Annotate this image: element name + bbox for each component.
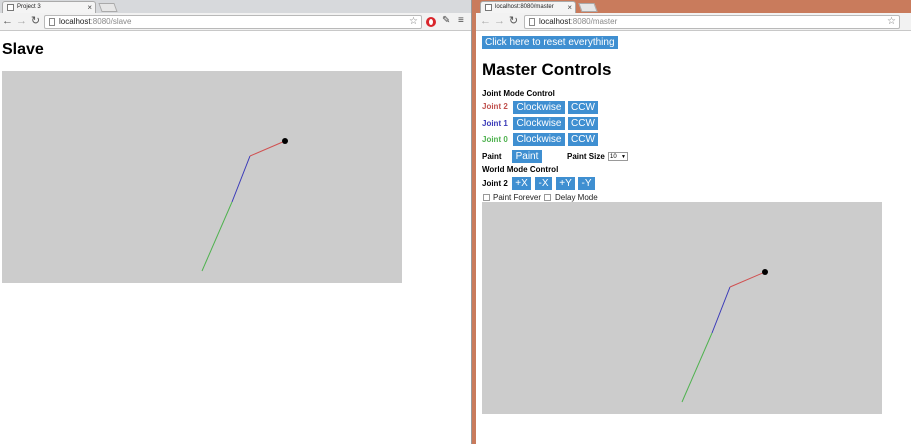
tab-strip: localhost:8080/master × [476, 0, 911, 13]
page-title: Master Controls [482, 60, 612, 79]
joint-1-ccw-button[interactable]: CCW [568, 117, 598, 130]
joint-2-label: Joint 2 [482, 102, 508, 111]
world-minus-y-button[interactable]: -Y [578, 177, 595, 190]
forward-arrow-icon[interactable]: → [494, 15, 505, 28]
robot-arm-drawing [201, 138, 288, 272]
arm-segment-joint-1 [231, 155, 251, 203]
world-mode-heading: World Mode Control [482, 165, 559, 174]
reset-everything-button[interactable]: Click here to reset everything [482, 36, 618, 49]
url-host: localhost [59, 17, 91, 26]
url-path: :8080/slave [90, 17, 132, 26]
opera-extension-icon[interactable] [426, 17, 436, 27]
pencil-icon[interactable]: ✎ [442, 15, 450, 26]
bookmark-star-icon[interactable]: ☆ [887, 16, 896, 28]
url-path: :8080/master [570, 17, 618, 26]
slave-canvas [2, 71, 402, 283]
back-arrow-icon[interactable]: ← [2, 15, 13, 28]
menu-icon[interactable]: ≡ [458, 15, 464, 26]
joint-1-clockwise-button[interactable]: Clockwise [513, 117, 565, 130]
slave-window: Project 3 × ← → ↻ localhost:8080/slave ☆… [0, 0, 472, 444]
chevron-down-icon: ▼ [621, 154, 626, 160]
paint-size-value: 10 [610, 154, 617, 160]
nav-bar: ← → ↻ localhost:8080/master ☆ [476, 13, 911, 31]
page-icon [49, 18, 55, 26]
back-arrow-icon[interactable]: ← [480, 15, 491, 28]
joint-mode-heading: Joint Mode Control [482, 89, 555, 98]
delay-mode-checkbox[interactable] [544, 194, 551, 201]
delay-mode-label: Delay Mode [555, 193, 598, 202]
end-effector-dot [762, 269, 768, 275]
forward-arrow-icon[interactable]: → [16, 15, 27, 28]
tab-title: localhost:8080/master [495, 4, 554, 10]
tab-project-3[interactable]: Project 3 × [2, 1, 96, 13]
end-effector-dot [282, 138, 288, 144]
close-icon[interactable]: × [87, 2, 92, 13]
world-minus-x-button[interactable]: -X [535, 177, 552, 190]
page-icon [7, 4, 14, 11]
paint-forever-label: Paint Forever [493, 193, 542, 202]
page-icon [529, 18, 535, 26]
arm-segment-joint-2 [249, 140, 286, 157]
paint-size-select[interactable]: 10 ▼ [608, 152, 628, 161]
tab-master[interactable]: localhost:8080/master × [480, 1, 576, 13]
tab-strip: Project 3 × [0, 0, 471, 13]
arm-segment-joint-2 [729, 271, 766, 288]
page-icon [485, 4, 492, 11]
arm-segment-joint-0 [201, 201, 233, 272]
url-host: localhost [539, 17, 571, 26]
arm-segment-joint-0 [681, 332, 713, 403]
paint-forever-checkbox[interactable] [483, 194, 490, 201]
new-tab-button[interactable] [578, 3, 598, 12]
joint-0-clockwise-button[interactable]: Clockwise [513, 133, 565, 146]
world-plus-y-button[interactable]: +Y [556, 177, 575, 190]
page-title: Slave [2, 41, 44, 58]
address-bar[interactable]: localhost:8080/slave ☆ [44, 15, 422, 29]
reload-icon[interactable]: ↻ [508, 15, 519, 28]
reload-icon[interactable]: ↻ [30, 15, 41, 28]
joint-0-label: Joint 0 [482, 135, 508, 144]
joint-2-ccw-button[interactable]: CCW [568, 101, 598, 114]
master-canvas[interactable] [482, 202, 882, 414]
joint-1-label: Joint 1 [482, 119, 508, 128]
tab-title: Project 3 [17, 4, 41, 10]
nav-bar: ← → ↻ localhost:8080/slave ☆ ✎ ≡ [0, 13, 471, 31]
close-icon[interactable]: × [567, 2, 572, 13]
joint-2-clockwise-button[interactable]: Clockwise [513, 101, 565, 114]
address-bar[interactable]: localhost:8080/master ☆ [524, 15, 900, 29]
bookmark-star-icon[interactable]: ☆ [409, 16, 418, 28]
paint-label: Paint [482, 152, 502, 161]
arm-segment-joint-1 [711, 286, 731, 334]
master-window: localhost:8080/master × ← → ↻ localhost:… [476, 0, 911, 444]
joint-0-ccw-button[interactable]: CCW [568, 133, 598, 146]
paint-size-label: Paint Size [567, 152, 605, 161]
world-plus-x-button[interactable]: +X [512, 177, 531, 190]
robot-arm-drawing [681, 269, 768, 403]
new-tab-button[interactable] [98, 3, 118, 12]
world-joint-2-label: Joint 2 [482, 179, 508, 188]
paint-button[interactable]: Paint [512, 150, 542, 163]
